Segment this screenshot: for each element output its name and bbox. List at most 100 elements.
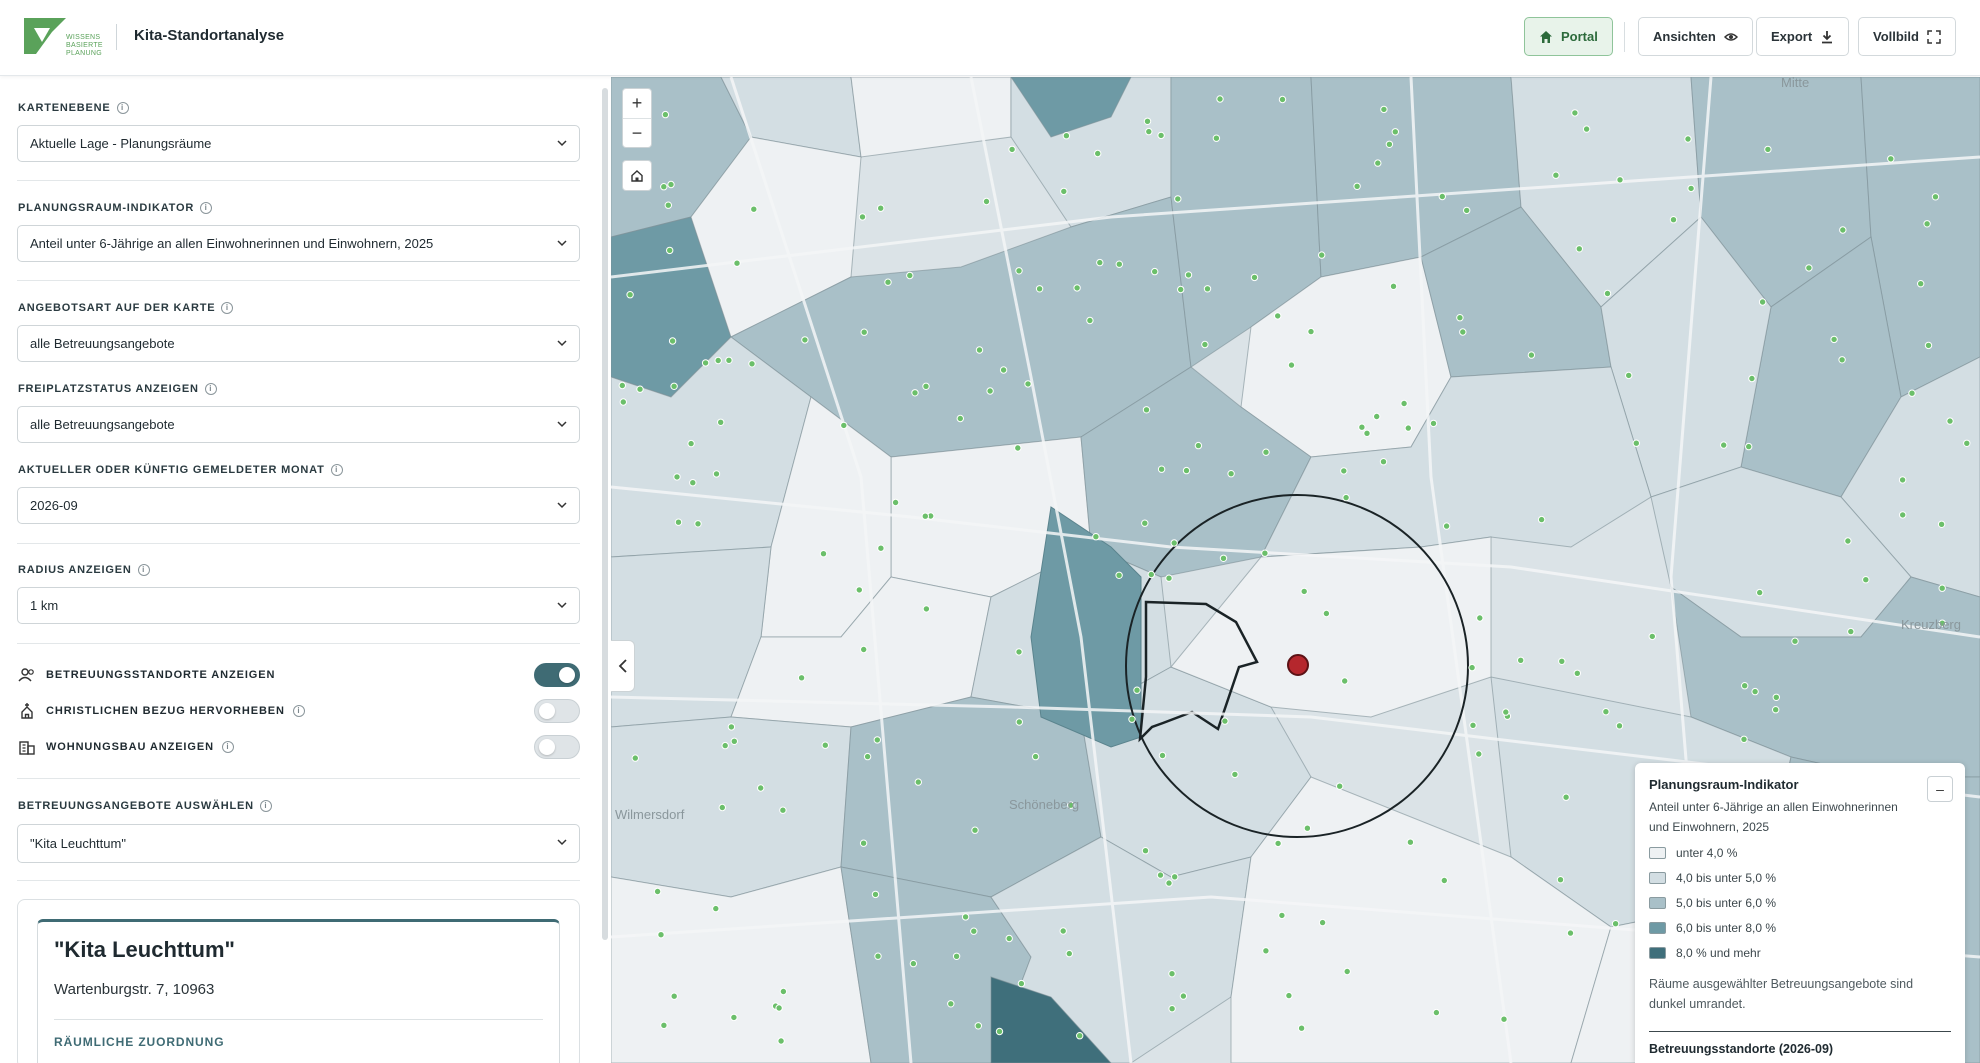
kita-location-dot[interactable] <box>1923 220 1931 228</box>
kita-location-dot[interactable] <box>1500 1015 1508 1023</box>
kita-location-dot[interactable] <box>1740 735 1748 743</box>
kita-location-dot[interactable] <box>721 741 729 750</box>
kita-location-dot[interactable] <box>840 421 848 430</box>
kita-location-dot[interactable] <box>947 1000 955 1008</box>
kita-location-dot[interactable] <box>877 544 885 552</box>
kita-location-dot[interactable] <box>1616 176 1624 184</box>
kita-location-dot[interactable] <box>1764 145 1772 154</box>
kita-location-dot[interactable] <box>1194 441 1203 450</box>
kita-location-dot[interactable] <box>1177 285 1185 294</box>
kita-location-dot[interactable] <box>1014 444 1022 452</box>
kita-location-dot[interactable] <box>779 987 788 996</box>
portal-button[interactable]: Portal <box>1524 17 1613 56</box>
kita-location-dot[interactable] <box>1380 105 1388 114</box>
kita-location-dot[interactable] <box>1008 145 1016 154</box>
kita-location-dot[interactable] <box>1573 669 1581 677</box>
kita-location-dot[interactable] <box>922 605 931 613</box>
kita-location-dot[interactable] <box>1517 656 1525 664</box>
kita-location-dot[interactable] <box>1227 470 1235 478</box>
kita-location-dot[interactable] <box>1300 587 1308 596</box>
kita-location-dot[interactable] <box>1216 95 1224 103</box>
kita-location-dot[interactable] <box>1582 125 1591 133</box>
kita-location-dot[interactable] <box>982 197 991 206</box>
kita-location-dot[interactable] <box>1342 493 1350 502</box>
info-icon[interactable]: i <box>292 705 305 717</box>
kita-location-dot[interactable] <box>801 336 809 344</box>
kita-location-dot[interactable] <box>718 803 727 812</box>
kita-location-dot[interactable] <box>974 1022 982 1030</box>
kita-location-dot[interactable] <box>859 839 868 847</box>
kita-location-dot[interactable] <box>664 201 672 209</box>
kita-location-dot[interactable] <box>668 337 677 345</box>
kita-location-dot[interactable] <box>1157 131 1165 140</box>
kita-location-dot[interactable] <box>1035 285 1044 293</box>
kita-location-dot[interactable] <box>1165 879 1173 887</box>
kita-location-dot[interactable] <box>660 183 668 191</box>
kita-location-dot[interactable] <box>1772 693 1781 701</box>
kita-location-dot[interactable] <box>1145 127 1153 136</box>
collapse-sidebar-button[interactable] <box>611 640 635 692</box>
kartenebene-select[interactable]: Aktuelle Lage - Planungsräume <box>17 125 580 162</box>
kita-location-dot[interactable] <box>1632 439 1641 447</box>
kita-location-dot[interactable] <box>1899 511 1907 519</box>
kita-location-dot[interactable] <box>1143 117 1152 125</box>
kita-location-dot[interactable] <box>1168 1005 1176 1013</box>
kita-location-dot[interactable] <box>1748 374 1756 383</box>
ansichten-button[interactable]: Ansichten <box>1638 17 1753 56</box>
kita-location-dot[interactable] <box>1303 824 1312 832</box>
kita-location-dot[interactable] <box>1625 371 1633 380</box>
kita-location-dot[interactable] <box>660 1021 668 1029</box>
toggle-christlich[interactable]: CHRISTLICHEN BEZUG HERVORHEBEN i <box>18 698 580 724</box>
kita-location-dot[interactable] <box>1687 184 1695 193</box>
kita-location-dot[interactable] <box>911 389 919 397</box>
kita-location-dot[interactable] <box>1062 132 1071 140</box>
kita-location-dot[interactable] <box>1805 264 1813 272</box>
kita-location-dot[interactable] <box>1476 614 1484 622</box>
kita-location-dot[interactable] <box>1611 920 1620 928</box>
kita-location-dot[interactable] <box>701 359 710 367</box>
kita-location-dot[interactable] <box>1318 251 1326 259</box>
kita-location-dot[interactable] <box>1741 682 1749 690</box>
kita-location-dot[interactable] <box>1343 967 1351 976</box>
kita-location-dot[interactable] <box>1429 419 1438 428</box>
kita-location-dot[interactable] <box>1182 466 1191 475</box>
kita-location-dot[interactable] <box>1862 576 1870 584</box>
kita-location-dot[interactable] <box>1772 706 1780 714</box>
legend-minimize-button[interactable]: – <box>1927 776 1953 802</box>
info-icon[interactable]: i <box>259 800 272 812</box>
kita-location-dot[interactable] <box>1261 549 1269 557</box>
kita-location-dot[interactable] <box>653 887 662 896</box>
kita-location-dot[interactable] <box>986 387 994 395</box>
kita-location-dot[interactable] <box>1575 245 1583 253</box>
kita-location-dot[interactable] <box>1353 182 1361 191</box>
kita-location-dot[interactable] <box>1887 155 1895 163</box>
info-icon[interactable]: i <box>204 383 217 395</box>
kita-location-dot[interactable] <box>1374 159 1382 167</box>
kita-location-dot[interactable] <box>906 271 914 280</box>
kita-location-dot[interactable] <box>1791 637 1799 645</box>
kita-location-dot[interactable] <box>619 398 628 406</box>
kita-location-dot[interactable] <box>1158 751 1167 760</box>
kita-location-dot[interactable] <box>1432 1008 1441 1017</box>
kita-location-dot[interactable] <box>1745 442 1753 451</box>
kita-location-dot[interactable] <box>1307 327 1315 336</box>
logo[interactable] <box>22 14 68 56</box>
radius-select[interactable]: 1 km <box>17 587 580 624</box>
kita-location-dot[interactable] <box>821 741 830 749</box>
kita-location-dot[interactable] <box>1096 258 1104 267</box>
info-icon[interactable]: i <box>116 102 129 114</box>
kita-location-dot[interactable] <box>1603 289 1612 298</box>
kita-location-dot[interactable] <box>1060 187 1068 196</box>
kita-location-dot[interactable] <box>874 952 882 960</box>
kita-location-dot[interactable] <box>1221 717 1229 725</box>
kita-location-dot[interactable] <box>1400 399 1408 408</box>
kita-location-dot[interactable] <box>1389 282 1398 291</box>
kita-location-dot[interactable] <box>961 913 970 921</box>
kita-location-dot[interactable] <box>1938 584 1946 592</box>
kita-location-dot[interactable] <box>1751 687 1759 696</box>
kita-location-dot[interactable] <box>1469 721 1477 729</box>
kita-location-dot[interactable] <box>1404 424 1412 432</box>
toggle-wohnungsbau[interactable]: WOHNUNGSBAU ANZEIGEN i <box>18 734 580 760</box>
kita-location-dot[interactable] <box>871 890 880 899</box>
kita-location-dot[interactable] <box>1379 458 1388 466</box>
